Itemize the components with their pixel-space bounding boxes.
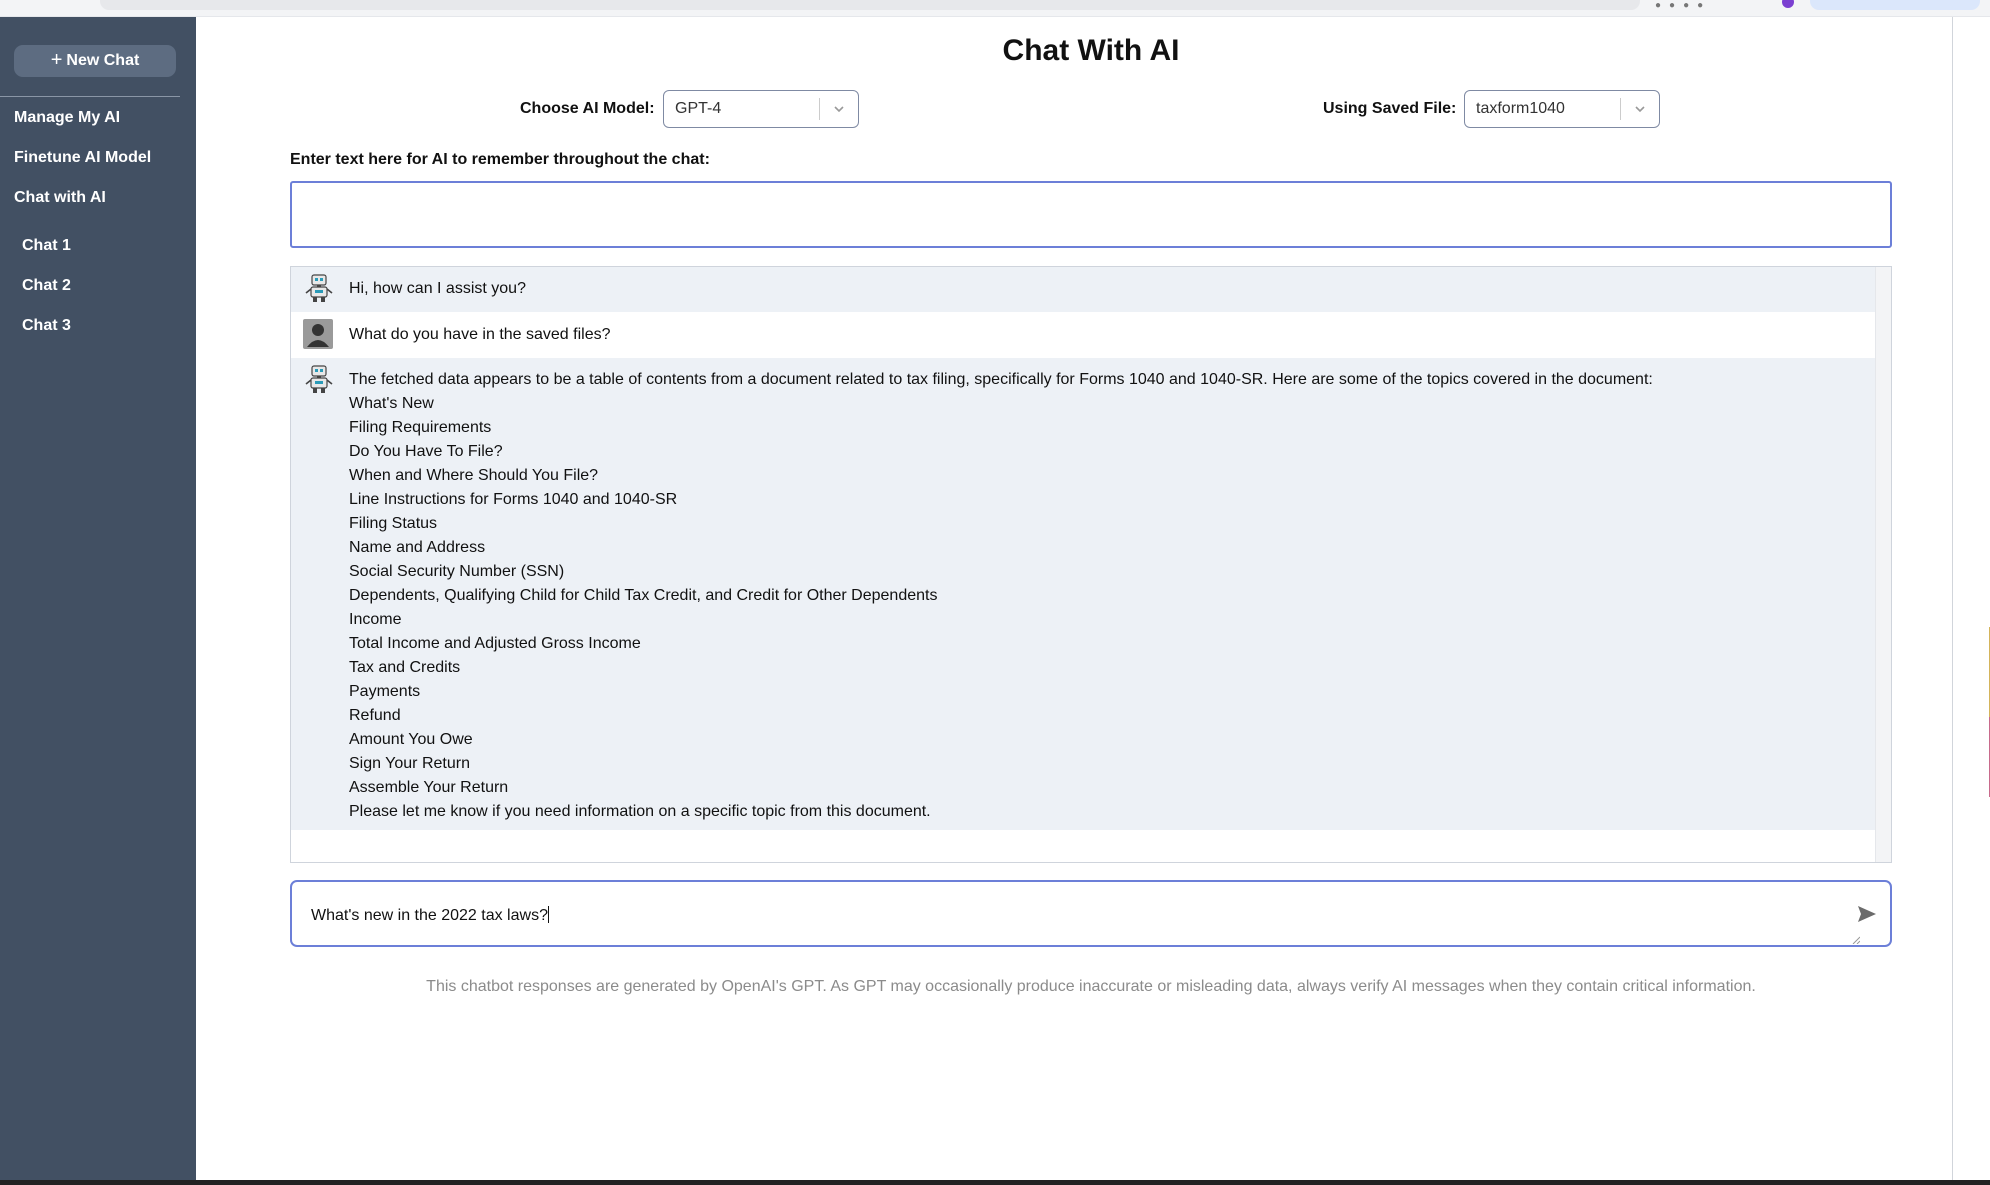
- message-line: Refund: [349, 707, 401, 724]
- browser-toolbar-icons: ●●●●: [1655, 0, 1712, 11]
- robot-icon: [303, 364, 335, 394]
- new-chat-button[interactable]: + New Chat: [14, 45, 176, 77]
- sidebar-item-manage-my-ai[interactable]: Manage My AI: [14, 109, 120, 127]
- chat-message-bot: The fetched data appears to be a table o…: [291, 358, 1875, 830]
- chevron-down-icon[interactable]: [1621, 102, 1659, 116]
- main-content: Chat With AI Choose AI Model: GPT-4 Usin…: [196, 17, 1952, 1182]
- sidebar-item-chat-2[interactable]: Chat 2: [22, 277, 71, 295]
- sidebar-item-chat-1[interactable]: Chat 1: [22, 237, 71, 255]
- message-line: Tax and Credits: [349, 659, 461, 676]
- robot-icon: [303, 273, 335, 303]
- message-line: The fetched data appears to be a table o…: [349, 371, 1653, 388]
- sidebar-divider: [0, 96, 180, 97]
- chat-message-text: Hi, how can I assist you?: [349, 280, 526, 297]
- message-line: Assemble Your Return: [349, 779, 509, 796]
- extension-icon[interactable]: [1782, 0, 1794, 8]
- page-title: Chat With AI: [1002, 34, 1180, 67]
- window-edge: [1952, 17, 1990, 1182]
- memory-label: Enter text here for AI to remember throu…: [290, 151, 710, 168]
- memory-textarea[interactable]: [290, 181, 1892, 248]
- message-line: When and Where Should You File?: [349, 467, 599, 484]
- message-line: Payments: [349, 683, 421, 700]
- bottom-edge: [0, 1180, 1990, 1185]
- message-line: Amount You Owe: [349, 731, 473, 748]
- saved-file-select[interactable]: taxform1040: [1464, 90, 1660, 128]
- resize-handle-icon[interactable]: [1852, 931, 1861, 945]
- message-line: Dependents, Qualifying Child for Child T…: [349, 587, 938, 604]
- model-select-label: Choose AI Model:: [520, 100, 655, 117]
- message-line: Please let me know if you need informati…: [349, 803, 931, 820]
- message-line: Filing Requirements: [349, 419, 492, 436]
- address-bar[interactable]: [100, 0, 1640, 10]
- browser-toolbar-strip: ●●●●: [0, 0, 1990, 17]
- message-line: Do You Have To File?: [349, 443, 503, 460]
- chevron-down-icon[interactable]: [820, 102, 858, 116]
- model-select-value: GPT-4: [675, 100, 722, 117]
- chat-message-text: The fetched data appears to be a table o…: [349, 368, 1653, 824]
- file-select-label: Using Saved File:: [1323, 100, 1457, 117]
- profile-button[interactable]: [1810, 0, 1980, 10]
- chat-message-text: What do you have in the saved files?: [349, 326, 611, 343]
- chat-input-text: What's new in the 2022 tax laws?: [311, 906, 549, 925]
- chat-scrollbar[interactable]: [1875, 267, 1891, 862]
- saved-file-select-value: taxform1040: [1476, 100, 1565, 117]
- message-line: Line Instructions for Forms 1040 and 104…: [349, 491, 678, 508]
- sidebar-item-finetune-ai-model[interactable]: Finetune AI Model: [14, 149, 151, 167]
- message-line: Income: [349, 611, 402, 628]
- user-avatar-icon: [303, 319, 335, 349]
- message-line: Sign Your Return: [349, 755, 470, 772]
- message-line: Total Income and Adjusted Gross Income: [349, 635, 641, 652]
- sidebar: + New Chat Manage My AI Finetune AI Mode…: [0, 17, 196, 1182]
- chat-history[interactable]: Hi, how can I assist you? What do you ha…: [290, 266, 1892, 863]
- model-select[interactable]: GPT-4: [663, 90, 859, 128]
- text-caret: [547, 906, 549, 923]
- chat-message-user: What do you have in the saved files?: [291, 312, 1875, 358]
- new-chat-label: New Chat: [66, 52, 140, 69]
- chat-message-bot: Hi, how can I assist you?: [291, 267, 1875, 312]
- plus-icon: +: [50, 49, 63, 71]
- chat-input-value: What's new in the 2022 tax laws?: [311, 907, 548, 924]
- chat-input[interactable]: What's new in the 2022 tax laws?: [290, 880, 1892, 947]
- message-line: Filing Status: [349, 515, 438, 532]
- message-line: What's New: [349, 395, 434, 412]
- disclaimer-text: This chatbot responses are generated by …: [426, 978, 1756, 995]
- message-line: Social Security Number (SSN): [349, 563, 565, 580]
- message-line: Name and Address: [349, 539, 486, 556]
- sidebar-item-chat-3[interactable]: Chat 3: [22, 317, 71, 335]
- send-icon[interactable]: [1856, 903, 1878, 925]
- sidebar-item-chat-with-ai[interactable]: Chat with AI: [14, 189, 106, 207]
